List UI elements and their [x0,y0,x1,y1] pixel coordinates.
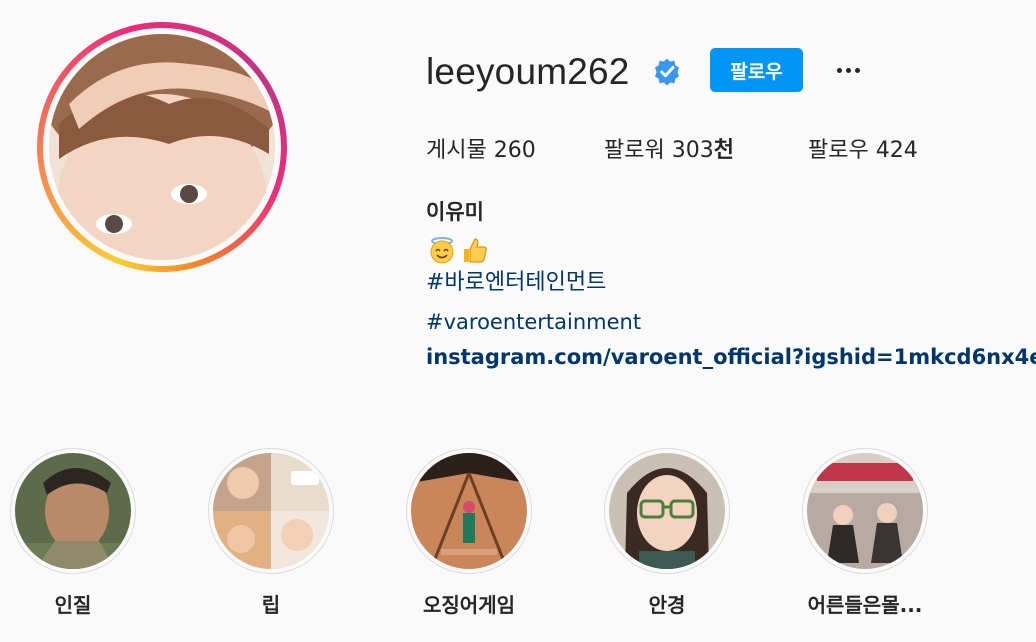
hashtag-english-link[interactable]: #varoentertainment [426,308,641,336]
highlight-label: 안경 [648,593,686,617]
highlight-ring [406,448,532,574]
following-link[interactable]: 팔로우 424 [808,136,918,166]
posts-value: 260 [493,138,536,163]
highlight-cover-image [807,453,923,569]
highlight-ring [10,448,136,574]
profile-page: leeyoum262 팔로우 게시물 260 팔로워 303천 팔로우 424 … [0,0,1036,642]
highlight-ring [802,448,928,574]
highlight-label: 어른들은몰... [807,593,923,617]
following-label: 팔로우 [808,138,869,163]
highlight-item[interactable]: 인질 [8,448,138,618]
highlight-cover-image [609,453,725,569]
highlight-cover-image [411,453,527,569]
highlight-cover [213,453,329,569]
posts-count: 게시물 260 [426,136,536,166]
highlight-item[interactable]: 안경 [602,448,732,618]
profile-full-name: 이유미 [426,200,484,224]
following-value: 424 [875,138,918,163]
highlight-cover-image [213,453,329,569]
followers-unit: 천 [713,138,734,163]
profile-avatar[interactable] [49,34,275,260]
profile-username: leeyoum262 [426,51,630,92]
highlight-ring [208,448,334,574]
highlight-cover [15,453,131,569]
profile-avatar-story-ring[interactable] [37,22,287,272]
highlight-ring [604,448,730,574]
bio-emoji-line [428,236,488,264]
external-link[interactable]: instagram.com/varoent_official?igshid=1m… [426,342,1036,372]
smiling-face-with-halo-icon [430,237,454,264]
more-dot [836,67,842,73]
more-dot [845,67,851,73]
followers-label: 팔로워 [604,138,665,163]
highlight-item[interactable]: 오징어게임 [404,448,534,618]
highlight-label: 오징어게임 [423,593,515,617]
followers-link[interactable]: 팔로워 303천 [604,136,734,166]
highlight-label: 인질 [54,593,92,617]
avatar-photo [49,34,275,260]
more-options-button[interactable] [828,52,868,88]
highlight-item[interactable]: 어른들은몰... [800,448,930,618]
avatar-ring-gap [43,28,281,266]
highlight-cover [807,453,923,569]
highlight-cover [411,453,527,569]
thumbs-up-icon [464,238,487,263]
highlight-item[interactable]: 립 [206,448,336,618]
more-dot [854,67,860,73]
posts-label: 게시물 [426,138,487,163]
highlight-label: 립 [261,593,281,617]
hashtag-korean-link[interactable]: #바로엔터테인먼트 [426,268,606,298]
follow-button[interactable]: 팔로우 [710,48,803,92]
verified-badge-icon [655,58,679,86]
highlight-cover [609,453,725,569]
followers-value: 303 [671,138,714,163]
highlight-cover-image [15,453,131,569]
